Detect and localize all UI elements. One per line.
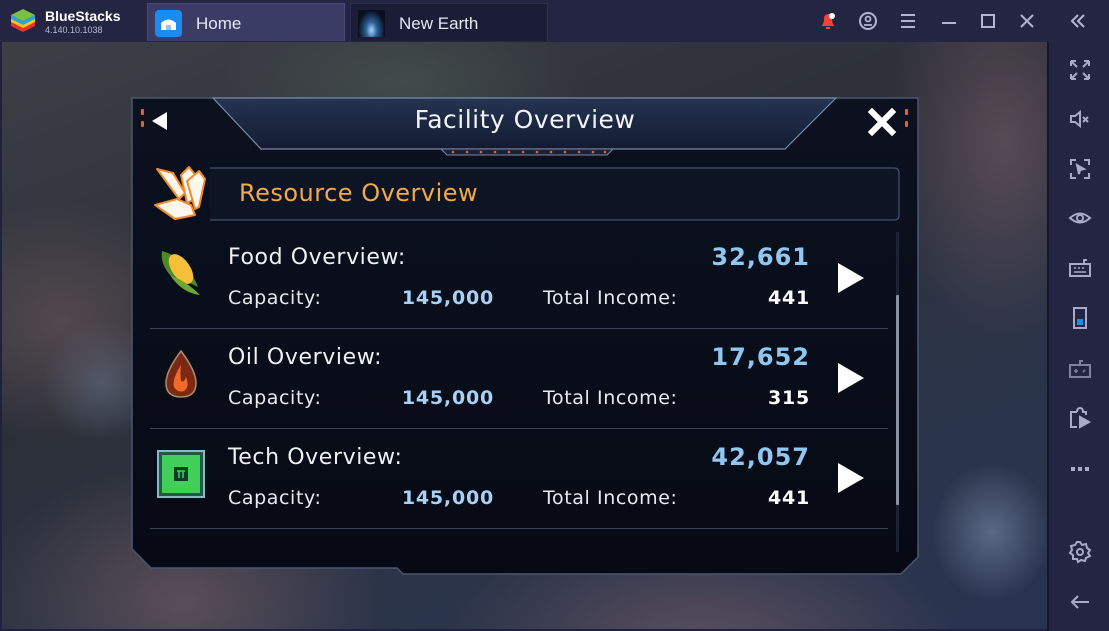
right-sidebar (1047, 42, 1109, 631)
fullscreen-icon (1070, 60, 1090, 80)
chip-icon (157, 450, 205, 498)
keyboard-button[interactable] (1066, 254, 1094, 282)
maximize-icon (981, 14, 995, 28)
close-dialog-button[interactable] (867, 107, 897, 137)
notification-bell-button[interactable] (816, 9, 840, 33)
open-tech-button[interactable] (836, 461, 866, 495)
settings-button[interactable] (1066, 538, 1094, 566)
collapse-sidebar-button[interactable] (1066, 9, 1090, 33)
resource-row-oil: Oil Overview: 17,652 Capacity: 145,000 T… (150, 329, 888, 429)
dialog-title: Facility Overview (414, 105, 636, 134)
capacity-value: 145,000 (401, 287, 494, 309)
income-label: Total Income: (543, 287, 678, 309)
media-manager-button[interactable] (1066, 404, 1094, 432)
eye-button[interactable] (1066, 204, 1094, 232)
close-x-icon (867, 107, 897, 137)
title-bar: BlueStacks 4.140.10.1038 Home New Earth (0, 0, 1109, 42)
play-arrow-icon (838, 463, 864, 493)
close-icon (1020, 14, 1034, 28)
more-icon (1071, 467, 1089, 471)
home-icon (155, 10, 182, 37)
screenshot-pointer-icon (1070, 159, 1090, 179)
income-label: Total Income: (543, 487, 678, 509)
brand: BlueStacks 4.140.10.1038 (8, 5, 148, 37)
tab-home[interactable]: Home (147, 3, 345, 41)
facility-overview-dialog: Facility Overview Resource Overview Food… (131, 97, 919, 575)
app-name: BlueStacks (45, 8, 121, 24)
resource-amount: 32,661 (711, 243, 810, 271)
phone-rotate-icon (1073, 307, 1087, 329)
capacity-label: Capacity: (228, 387, 322, 409)
collapse-sidebar-icon (1070, 14, 1085, 28)
back-button[interactable] (1066, 588, 1094, 616)
bluestacks-logo-icon (11, 9, 35, 32)
menu-icon (901, 14, 915, 28)
media-manager-icon (1070, 406, 1092, 429)
more-button[interactable] (1066, 454, 1094, 482)
close-window-button[interactable] (1015, 9, 1039, 33)
maximize-button[interactable] (976, 9, 1000, 33)
capacity-value: 145,000 (401, 387, 494, 409)
row-divider (150, 528, 888, 529)
oil-drop-icon (165, 349, 197, 398)
fullscreen-button[interactable] (1066, 56, 1094, 84)
game-thumbnail-icon (358, 10, 385, 37)
play-arrow-icon (838, 263, 864, 293)
resource-row-food: Food Overview: 32,661 Capacity: 145,000 … (150, 229, 888, 329)
open-food-button[interactable] (836, 261, 866, 295)
menu-button[interactable] (896, 9, 920, 33)
mute-icon (1070, 109, 1089, 129)
income-value: 441 (767, 487, 810, 509)
phone-rotate-button[interactable] (1066, 304, 1094, 332)
capacity-label: Capacity: (228, 487, 322, 509)
gamepad-icon (1069, 360, 1091, 378)
account-button[interactable] (856, 9, 880, 33)
income-value: 441 (767, 287, 810, 309)
settings-icon (1068, 541, 1092, 564)
play-arrow-icon (838, 363, 864, 393)
screenshot-pointer-button[interactable] (1066, 155, 1094, 183)
minimize-button[interactable] (937, 9, 961, 33)
resource-row-tech: Tech Overview: 42,057 Capacity: 145,000 … (150, 429, 888, 529)
capacity-value: 145,000 (401, 487, 494, 509)
crystals-icon (154, 166, 206, 220)
app-version: 4.140.10.1038 (45, 25, 103, 35)
section-title: Resource Overview (239, 179, 479, 207)
minimize-icon (942, 22, 956, 24)
tab-label: New Earth (399, 14, 479, 33)
income-label: Total Income: (543, 387, 678, 409)
resource-amount: 17,652 (711, 343, 810, 371)
account-icon (859, 12, 877, 30)
capacity-label: Capacity: (228, 287, 322, 309)
tab-new-earth[interactable]: New Earth (350, 3, 548, 41)
gamepad-button[interactable] (1066, 354, 1094, 382)
resource-amount: 42,057 (711, 443, 810, 471)
resource-name: Oil Overview: (228, 345, 383, 370)
corn-icon (161, 251, 200, 295)
mute-button[interactable] (1066, 105, 1094, 133)
income-value: 315 (767, 387, 810, 409)
back-arrow-icon (1070, 595, 1089, 609)
resource-name: Food Overview: (228, 245, 406, 270)
notification-bell-icon (822, 13, 835, 29)
keyboard-icon (1069, 259, 1091, 277)
tab-label: Home (196, 14, 242, 33)
open-oil-button[interactable] (836, 361, 866, 395)
eye-icon (1068, 212, 1092, 224)
resource-name: Tech Overview: (228, 445, 403, 470)
scrollbar-thumb[interactable] (896, 295, 899, 505)
